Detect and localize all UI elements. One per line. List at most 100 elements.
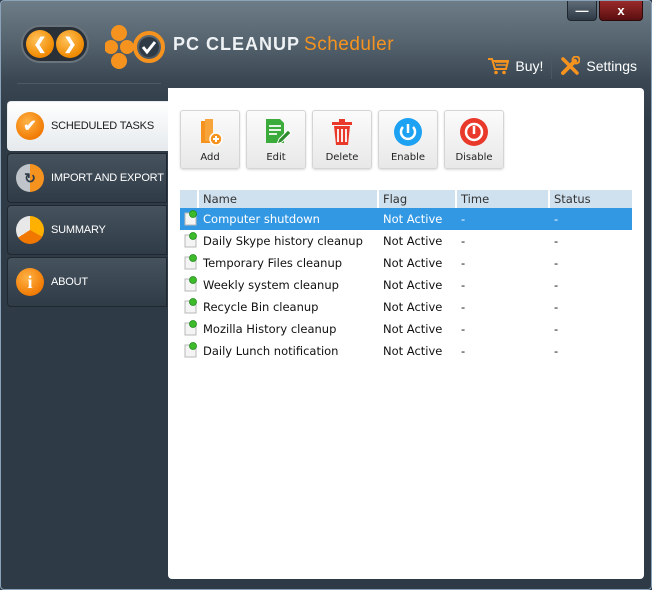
table-row[interactable]: Recycle Bin cleanup Not Active - - [180, 296, 632, 318]
task-icon [180, 231, 199, 251]
task-status: - [554, 234, 559, 248]
brand-sub: Scheduler [304, 34, 395, 55]
task-status: - [554, 344, 559, 358]
delete-label: Delete [325, 152, 359, 163]
add-button[interactable]: Add [180, 110, 240, 169]
back-button[interactable]: ❮ [26, 30, 54, 58]
buy-button[interactable]: Buy! [479, 57, 551, 75]
chevron-right-icon: ❯ [63, 36, 77, 53]
table-row[interactable]: Temporary Files cleanup Not Active - - [180, 252, 632, 274]
trash-icon [332, 119, 352, 145]
table-row[interactable]: Daily Skype history cleanup Not Active -… [180, 230, 632, 252]
cart-icon [488, 58, 510, 75]
task-flag: Not Active [383, 256, 443, 270]
task-name: Daily Skype history cleanup [203, 234, 363, 248]
task-name: Temporary Files cleanup [203, 256, 343, 270]
task-flag: Not Active [383, 212, 443, 226]
main-panel: Add Edit Delete Enable Disable Name Flag… [168, 88, 644, 579]
add-label: Add [200, 152, 220, 163]
column-header-status[interactable]: Status [550, 190, 632, 208]
column-header-icon [180, 190, 199, 208]
disable-label: Disable [455, 152, 493, 163]
table-body: Computer shutdown Not Active - - Daily S… [180, 208, 632, 362]
settings-button[interactable]: Settings [552, 56, 645, 76]
task-flag: Not Active [383, 300, 443, 314]
sidebar-item-import-export[interactable]: ↻ IMPORT AND EXPORT [7, 153, 167, 203]
column-header-time[interactable]: Time [457, 190, 550, 208]
column-header-flag[interactable]: Flag [379, 190, 457, 208]
minimize-button[interactable]: — [567, 1, 597, 21]
enable-button[interactable]: Enable [378, 110, 438, 169]
sync-icon: ↻ [16, 164, 44, 192]
sidebar: ✔ SCHEDULED TASKS ↻ IMPORT AND EXPORT SU… [7, 101, 168, 309]
table-row[interactable]: Computer shutdown Not Active - - [180, 208, 632, 230]
forward-button[interactable]: ❯ [56, 30, 84, 58]
task-icon [180, 297, 199, 317]
app-logo-icon [105, 25, 165, 69]
column-header-name[interactable]: Name [199, 190, 379, 208]
task-status: - [554, 256, 559, 270]
task-time: - [461, 212, 466, 226]
task-time: - [461, 278, 466, 292]
header-divider [17, 83, 161, 84]
top-actions: Buy! Settings [479, 51, 645, 81]
tasks-table: Name Flag Time Status Computer shutdown … [180, 190, 632, 362]
table-row[interactable]: Weekly system cleanup Not Active - - [180, 274, 632, 296]
task-flag: Not Active [383, 278, 443, 292]
task-status: - [554, 212, 559, 226]
brand-main: PC CLEANUP [173, 34, 301, 54]
chevron-left-icon: ❮ [33, 36, 47, 53]
task-icon [180, 341, 199, 361]
task-name: Recycle Bin cleanup [203, 300, 319, 314]
task-name: Computer shutdown [203, 212, 320, 226]
task-icon [180, 275, 199, 295]
task-name: Weekly system cleanup [203, 278, 339, 292]
power-off-icon [460, 118, 488, 146]
task-time: - [461, 234, 466, 248]
toolbar: Add Edit Delete Enable Disable [180, 110, 504, 169]
disable-button[interactable]: Disable [444, 110, 504, 169]
navigation-buttons: ❮ ❯ [21, 25, 89, 63]
task-time: - [461, 300, 466, 314]
enable-label: Enable [390, 152, 426, 163]
power-on-icon [394, 118, 422, 146]
buy-label: Buy! [515, 58, 544, 74]
sidebar-item-summary[interactable]: SUMMARY [7, 205, 167, 255]
wrench-icon [561, 56, 581, 75]
pie-chart-icon [16, 216, 44, 244]
app-title: PC CLEANUP Scheduler [173, 34, 394, 56]
task-status: - [554, 300, 559, 314]
table-row[interactable]: Mozilla History cleanup Not Active - - [180, 318, 632, 340]
sidebar-item-label: SUMMARY [51, 224, 106, 236]
task-flag: Not Active [383, 322, 443, 336]
table-row[interactable]: Daily Lunch notification Not Active - - [180, 340, 632, 362]
task-status: - [554, 278, 559, 292]
app-window: — x ❮ ❯ PC CLEANUP Scheduler Buy! Settin… [0, 0, 652, 590]
task-flag: Not Active [383, 234, 443, 248]
sidebar-item-label: SCHEDULED TASKS [51, 120, 154, 132]
task-time: - [461, 322, 466, 336]
sidebar-item-about[interactable]: i ABOUT [7, 257, 167, 307]
sidebar-item-label: IMPORT AND EXPORT [51, 172, 164, 184]
task-flag: Not Active [383, 344, 443, 358]
task-time: - [461, 256, 466, 270]
info-icon: i [16, 268, 44, 296]
close-button[interactable]: x [599, 1, 643, 21]
check-icon: ✔ [16, 112, 44, 140]
settings-label: Settings [586, 58, 637, 74]
sidebar-item-scheduled-tasks[interactable]: ✔ SCHEDULED TASKS [7, 101, 168, 151]
task-name: Daily Lunch notification [203, 344, 339, 358]
task-status: - [554, 322, 559, 336]
table-header: Name Flag Time Status [180, 190, 632, 208]
edit-label: Edit [266, 152, 286, 163]
delete-button[interactable]: Delete [312, 110, 372, 169]
task-icon [180, 253, 199, 273]
task-icon [180, 209, 199, 229]
edit-button[interactable]: Edit [246, 110, 306, 169]
task-icon [180, 319, 199, 339]
sidebar-item-label: ABOUT [51, 276, 88, 288]
edit-document-icon [266, 119, 291, 145]
window-controls: — x [567, 1, 643, 21]
task-name: Mozilla History cleanup [203, 322, 337, 336]
add-file-icon [201, 119, 223, 146]
